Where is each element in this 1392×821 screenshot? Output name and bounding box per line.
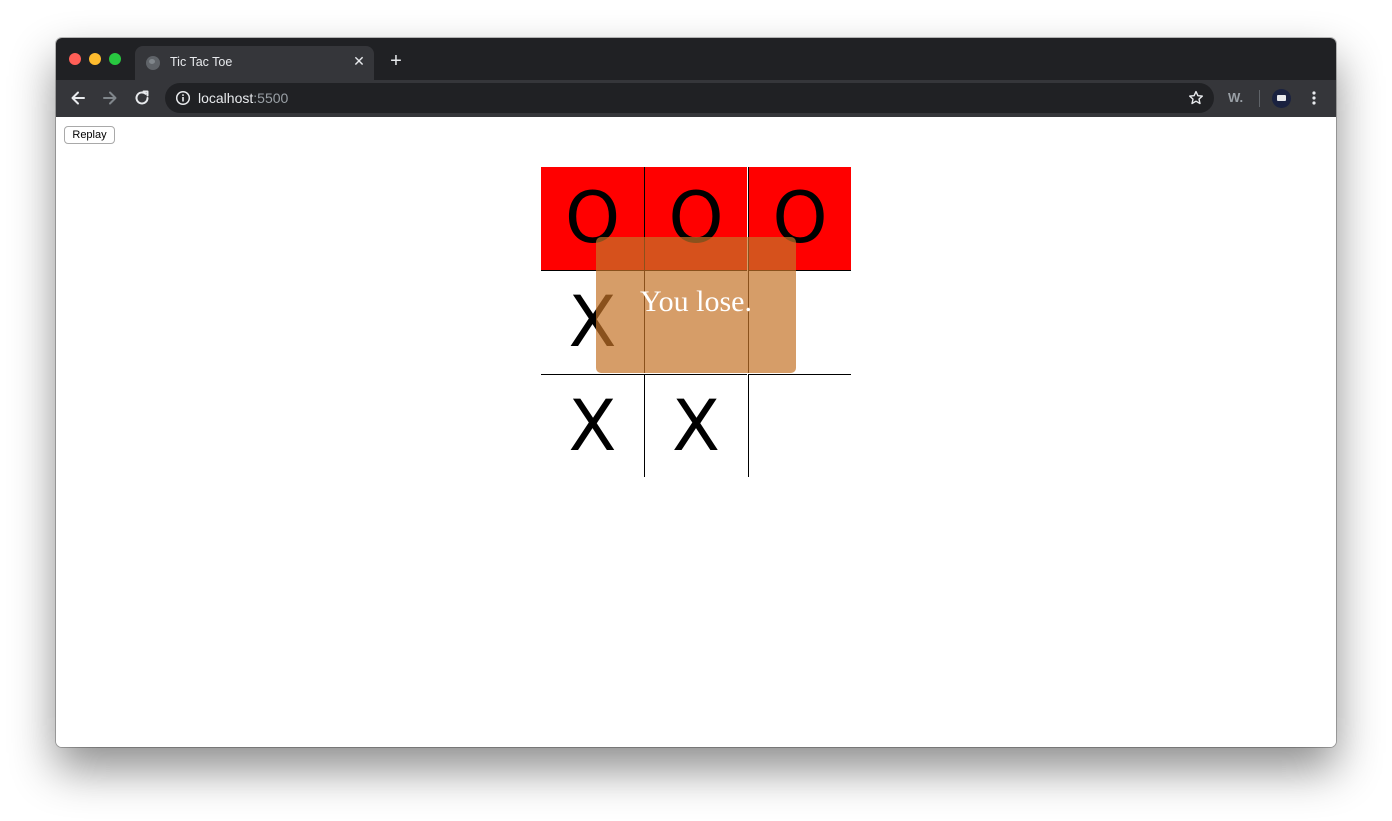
tab-title: Tic Tac Toe xyxy=(170,55,233,69)
board-cell-9[interactable] xyxy=(748,374,851,477)
close-icon[interactable]: ✕ xyxy=(351,53,367,69)
info-icon[interactable] xyxy=(175,90,191,106)
globe-icon xyxy=(146,56,160,70)
more-menu-icon[interactable] xyxy=(1306,90,1322,106)
board-cell-7[interactable]: X xyxy=(541,374,644,477)
result-overlay: You lose. xyxy=(596,237,796,373)
tab-bar: Tic Tac Toe ✕ + xyxy=(56,38,1336,80)
window-close-button[interactable] xyxy=(69,53,81,65)
address-bar[interactable]: localhost:5500 xyxy=(165,83,1214,113)
forward-arrow-icon[interactable] xyxy=(101,89,119,107)
url-host: localhost xyxy=(198,90,254,106)
url-text: localhost:5500 xyxy=(198,90,288,106)
back-arrow-icon[interactable] xyxy=(69,89,87,107)
page-content: Replay O O O X X X You lose. xyxy=(56,117,1336,747)
replay-button[interactable]: Replay xyxy=(64,126,115,144)
toolbar-divider xyxy=(1259,90,1260,107)
browser-toolbar: localhost:5500 W. xyxy=(56,80,1336,117)
browser-window: Tic Tac Toe ✕ + localhost:5500 W. Replay… xyxy=(56,38,1336,747)
url-port: :5500 xyxy=(253,90,289,106)
new-tab-button[interactable]: + xyxy=(386,51,406,72)
bookmark-star-icon[interactable] xyxy=(1188,90,1204,106)
reload-icon[interactable] xyxy=(133,89,151,107)
window-minimize-button[interactable] xyxy=(89,53,101,65)
tab-tic-tac-toe[interactable]: Tic Tac Toe ✕ xyxy=(135,46,374,80)
window-maximize-button[interactable] xyxy=(109,53,121,65)
result-message: You lose. xyxy=(640,285,752,318)
extension-w-icon[interactable]: W. xyxy=(1228,90,1243,105)
extension-screen-icon[interactable] xyxy=(1272,89,1291,108)
board-cell-8[interactable]: X xyxy=(644,374,747,477)
